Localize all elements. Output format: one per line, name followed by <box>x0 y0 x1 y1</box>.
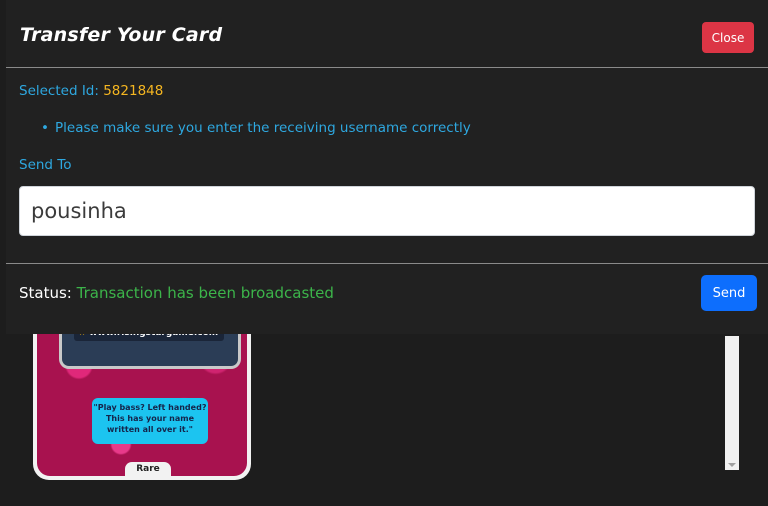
card-face: ★www.risingstargame.com "Play bass? Left… <box>37 318 247 476</box>
send-button[interactable]: Send <box>701 275 757 311</box>
selected-id-value: 5821848 <box>103 83 164 99</box>
modal-title: Transfer Your Card <box>20 24 223 46</box>
instruction-note: • Please make sure you enter the receivi… <box>41 120 471 136</box>
card-rarity: Rare <box>125 462 171 476</box>
recipient-username-input[interactable] <box>19 186 755 236</box>
modal-header: Transfer Your Card Close <box>6 0 768 68</box>
close-button[interactable]: Close <box>702 22 754 53</box>
scroll-down-arrow-icon[interactable] <box>728 463 736 467</box>
transfer-modal: Transfer Your Card Close Selected Id: 58… <box>6 0 768 334</box>
card-quote: "Play bass? Left handed? This has your n… <box>92 398 208 444</box>
send-to-label: Send To <box>19 157 72 173</box>
selected-id-label: Selected Id: <box>19 83 99 99</box>
scrollbar[interactable] <box>725 336 739 470</box>
selected-id-line: Selected Id: 5821848 <box>19 83 163 99</box>
status-line: Status: Transaction has been broadcasted <box>19 284 334 302</box>
bullet-icon: • <box>41 120 49 136</box>
status-value: Transaction has been broadcasted <box>76 284 334 302</box>
modal-footer: Status: Transaction has been broadcasted… <box>6 263 768 335</box>
instruction-text: Please make sure you enter the receiving… <box>55 120 471 136</box>
modal-body: Selected Id: 5821848 • Please make sure … <box>6 68 768 263</box>
status-label: Status: <box>19 284 72 302</box>
card-image: ★www.risingstargame.com "Play bass? Left… <box>33 318 251 480</box>
